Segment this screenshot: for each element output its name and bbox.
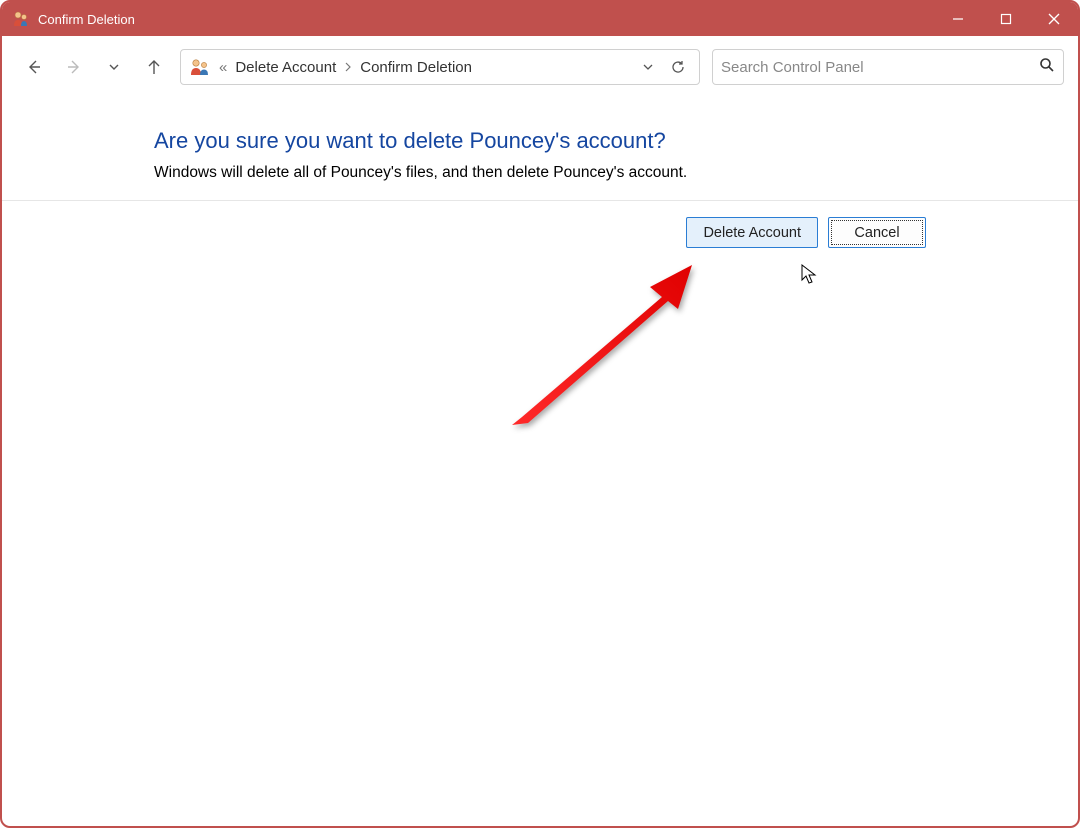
toolbar: « Delete Account Confirm Deletion [2,36,1078,98]
search-input[interactable] [721,59,1039,76]
chevron-right-icon [342,59,354,76]
window-frame: Confirm Deletion [0,0,1080,828]
window-title: Confirm Deletion [38,12,135,27]
search-icon[interactable] [1039,57,1055,78]
recent-locations-button[interactable] [96,49,132,85]
page-description: Windows will delete all of Pouncey's fil… [154,164,1048,182]
content-panel: Are you sure you want to delete Pouncey'… [2,98,1078,201]
minimize-button[interactable] [934,2,982,36]
page-heading: Are you sure you want to delete Pouncey'… [154,128,1048,154]
button-row: Delete Account Cancel [2,201,1078,248]
user-accounts-icon [12,10,30,28]
breadcrumb-item-confirm-deletion[interactable]: Confirm Deletion [358,57,474,78]
delete-account-button[interactable]: Delete Account [686,217,818,248]
breadcrumb-prefix[interactable]: « [217,59,229,76]
refresh-button[interactable] [663,53,693,81]
address-dropdown-button[interactable] [633,53,663,81]
annotation-arrow [502,257,702,437]
forward-button[interactable] [56,49,92,85]
user-accounts-crumb-icon [189,57,211,77]
back-button[interactable] [16,49,52,85]
search-bar[interactable] [712,49,1064,85]
cancel-button[interactable]: Cancel [828,217,926,248]
breadcrumb-item-delete-account[interactable]: Delete Account [233,57,338,78]
breadcrumb: « Delete Account Confirm Deletion [217,57,633,78]
close-button[interactable] [1030,2,1078,36]
address-bar[interactable]: « Delete Account Confirm Deletion [180,49,700,85]
up-button[interactable] [136,49,172,85]
maximize-button[interactable] [982,2,1030,36]
titlebar: Confirm Deletion [2,2,1078,36]
cursor-icon [801,264,819,286]
